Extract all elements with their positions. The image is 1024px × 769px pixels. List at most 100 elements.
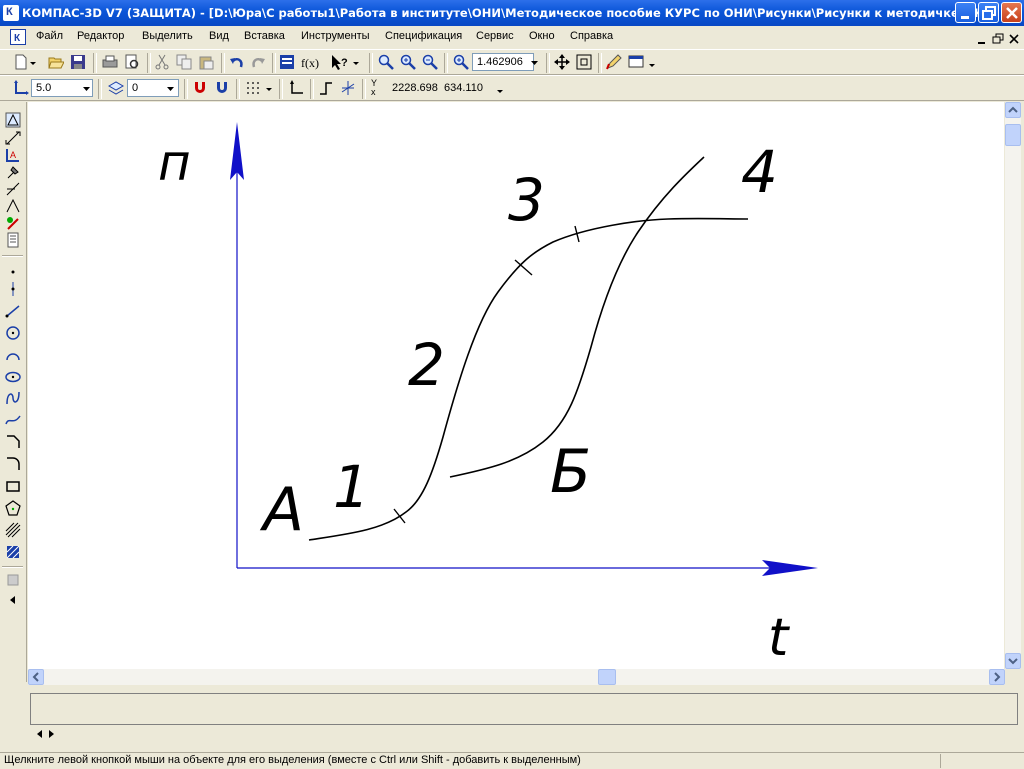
menu-service[interactable]: Сервис: [476, 30, 514, 42]
paste-icon[interactable]: [198, 54, 214, 70]
new-doc-icon[interactable]: [13, 54, 29, 70]
step-dropdown-icon[interactable]: [79, 79, 94, 97]
arc-icon[interactable]: [5, 347, 21, 363]
grid-dropdown-icon[interactable]: [266, 88, 272, 92]
menu-editor[interactable]: Редактор: [77, 30, 124, 42]
drawing-canvas[interactable]: п t А 1 2 3 4 Б: [28, 102, 1004, 669]
help-dropdown-icon[interactable]: [353, 62, 359, 66]
zoom-scale-dropdown-icon[interactable]: [527, 53, 542, 71]
local-cs-icon[interactable]: [288, 80, 304, 96]
cursor-params-icon[interactable]: [340, 80, 356, 96]
separator: [2, 566, 23, 568]
pan-icon[interactable]: [554, 54, 570, 70]
fit-all-icon[interactable]: [576, 54, 592, 70]
copy-icon[interactable]: [176, 54, 192, 70]
geometry-icon[interactable]: [5, 112, 21, 128]
ortho-mode-icon[interactable]: [318, 80, 334, 96]
properties-icon[interactable]: [279, 54, 295, 70]
report-icon[interactable]: [5, 572, 21, 588]
edit-icon[interactable]: [5, 164, 21, 180]
help-pointer-icon[interactable]: ?: [330, 54, 354, 70]
chamfer-icon[interactable]: [5, 434, 21, 450]
zoom-in-icon[interactable]: [400, 54, 416, 70]
polyline-icon[interactable]: [5, 412, 21, 428]
collapse-icon[interactable]: [5, 592, 21, 608]
layer-dropdown-icon[interactable]: [163, 79, 178, 97]
horizontal-scroll-thumb[interactable]: [598, 669, 616, 685]
display-dropdown-icon[interactable]: [649, 64, 655, 68]
point-icon[interactable]: [5, 264, 21, 280]
scroll-right-button[interactable]: [989, 669, 1005, 685]
y-axis-label: п: [158, 134, 191, 192]
drawing-svg[interactable]: п t А 1 2 3 4 Б: [28, 102, 1004, 669]
menu-view[interactable]: Вид: [209, 30, 229, 42]
snap-magnet-icon[interactable]: [192, 80, 208, 96]
polygon-icon[interactable]: [5, 500, 21, 516]
menu-tools[interactable]: Инструменты: [301, 30, 370, 42]
fill-icon[interactable]: [5, 544, 21, 560]
rectangle-icon[interactable]: [5, 478, 21, 494]
dimensions-icon[interactable]: [5, 130, 21, 146]
print-icon[interactable]: [102, 54, 118, 70]
coordinates-dropdown-icon[interactable]: [497, 90, 503, 94]
hatch-icon[interactable]: [5, 522, 21, 538]
zoom-frame-icon[interactable]: [378, 54, 394, 70]
symbols-icon[interactable]: A: [5, 147, 21, 163]
segment-icon[interactable]: [5, 303, 21, 319]
horizontal-scrollbar[interactable]: [28, 669, 1005, 685]
parametrization-icon[interactable]: [5, 181, 21, 197]
menu-insert[interactable]: Вставка: [244, 30, 285, 42]
menu-window[interactable]: Окно: [529, 30, 555, 42]
fillet-icon[interactable]: [5, 456, 21, 472]
new-doc-dropdown-icon[interactable]: [30, 62, 36, 66]
doc-restore-icon[interactable]: [991, 33, 1005, 45]
fx-icon[interactable]: f(x): [300, 54, 322, 70]
redo-icon[interactable]: [250, 54, 266, 70]
menu-specification[interactable]: Спецификация: [385, 30, 462, 42]
doc-close-icon[interactable]: [1007, 33, 1021, 45]
local-snap-icon[interactable]: [214, 80, 230, 96]
vertical-scrollbar[interactable]: [1005, 102, 1021, 669]
close-button[interactable]: [1001, 2, 1022, 23]
circle-icon[interactable]: [5, 325, 21, 341]
zoom-out-icon[interactable]: [422, 54, 438, 70]
scroll-up-button[interactable]: [1005, 102, 1021, 118]
spec-icon[interactable]: [5, 232, 21, 248]
x-axis-label: t: [768, 608, 790, 668]
save-icon[interactable]: [70, 54, 86, 70]
ellipse-icon[interactable]: [5, 369, 21, 385]
separator: [147, 53, 151, 73]
open-icon[interactable]: [48, 54, 64, 70]
select-icon[interactable]: [5, 215, 21, 231]
scroll-left-button[interactable]: [28, 669, 44, 685]
separator: [369, 53, 373, 73]
preview-icon[interactable]: [124, 54, 140, 70]
doc-minimize-icon[interactable]: [975, 33, 989, 45]
y-axis-arrow-icon: [230, 122, 244, 180]
minimize-button[interactable]: [955, 2, 976, 23]
menu-help[interactable]: Справка: [570, 30, 613, 42]
separator: [221, 53, 225, 73]
menu-select[interactable]: Выделить: [142, 30, 193, 42]
step-icon[interactable]: [13, 80, 29, 96]
document-icon[interactable]: К: [10, 29, 26, 45]
cut-icon[interactable]: [154, 54, 170, 70]
auxline-icon[interactable]: [5, 281, 21, 297]
title-bar[interactable]: К КОМПАС-3D V7 (ЗАЩИТА) - [D:\Юра\С рабо…: [0, 0, 1024, 26]
restore-button[interactable]: [978, 2, 999, 23]
display-icon[interactable]: [628, 54, 644, 70]
scroll-down-button[interactable]: [1005, 653, 1021, 669]
menu-file[interactable]: Файл: [36, 30, 63, 42]
undo-icon[interactable]: [229, 54, 245, 70]
tab-next-icon: [49, 730, 54, 738]
zoom-scale-field[interactable]: 1.462906: [472, 53, 534, 71]
layer-icon[interactable]: [108, 80, 124, 96]
vertical-scroll-thumb[interactable]: [1005, 124, 1021, 146]
measure-icon[interactable]: [5, 198, 21, 214]
tick-mark: [393, 508, 406, 524]
spline-icon[interactable]: [5, 390, 21, 406]
grid-icon[interactable]: [245, 80, 261, 96]
pencil-icon[interactable]: [606, 54, 622, 70]
tabs-navigation: [30, 727, 60, 741]
zoom-scale-icon[interactable]: [453, 54, 469, 70]
